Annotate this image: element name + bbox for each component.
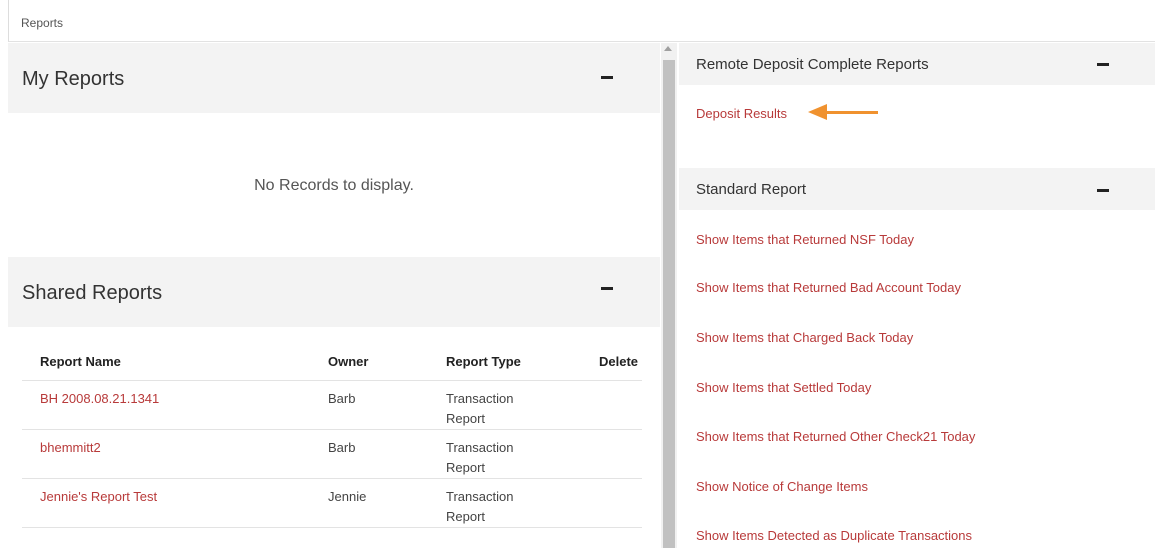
remote-deposit-header: Remote Deposit Complete Reports — [679, 43, 1155, 85]
report-owner: Jennie — [310, 478, 428, 528]
report-owner: Barb — [310, 429, 428, 479]
report-link-notice-of-change[interactable]: Show Notice of Change Items — [696, 479, 868, 494]
report-link-nsf[interactable]: Show Items that Returned NSF Today — [696, 232, 914, 247]
report-link-other-check21[interactable]: Show Items that Returned Other Check21 T… — [696, 429, 975, 444]
report-link-bad-account[interactable]: Show Items that Returned Bad Account Tod… — [696, 280, 961, 295]
my-reports-collapse-minus-icon[interactable] — [601, 76, 613, 79]
standard-report-header: Standard Report — [679, 168, 1155, 210]
standard-report-title: Standard Report — [696, 181, 807, 198]
remote-deposit-collapse-minus-icon[interactable] — [1097, 63, 1109, 66]
report-name-link[interactable]: BH 2008.08.21.1341 — [40, 391, 159, 406]
delete-cell[interactable] — [581, 380, 642, 430]
annotation-arrow-shaft — [826, 111, 878, 114]
remote-deposit-title: Remote Deposit Complete Reports — [696, 56, 929, 73]
scrollbar-thumb[interactable] — [663, 60, 675, 548]
breadcrumb[interactable]: Reports — [21, 16, 63, 30]
breadcrumb-bar: Reports — [8, 0, 1155, 42]
report-type: Transaction Report — [428, 478, 581, 528]
shared-reports-title: Shared Reports — [22, 282, 163, 304]
report-type: Transaction Report — [428, 429, 581, 479]
table-header-row: Report Name Owner Report Type Delete — [22, 343, 642, 381]
delete-cell[interactable] — [581, 429, 642, 479]
arrow-left-icon — [808, 104, 827, 120]
column-header-owner[interactable]: Owner — [310, 343, 428, 381]
report-link-settled[interactable]: Show Items that Settled Today — [696, 380, 871, 395]
scroll-up-arrow-icon[interactable] — [664, 46, 672, 51]
report-link-duplicate[interactable]: Show Items Detected as Duplicate Transac… — [696, 528, 972, 543]
report-name-link[interactable]: Jennie's Report Test — [40, 489, 157, 504]
shared-reports-header: Shared Reports — [8, 257, 660, 327]
table-row: BH 2008.08.21.1341 Barb Transaction Repo… — [22, 380, 642, 430]
report-link-charged-back[interactable]: Show Items that Charged Back Today — [696, 330, 913, 345]
column-header-report-name[interactable]: Report Name — [22, 343, 310, 381]
my-reports-empty-message: No Records to display. — [254, 177, 414, 194]
table-row: bhemmitt2 Barb Transaction Report — [22, 429, 642, 479]
report-owner: Barb — [310, 380, 428, 430]
column-header-report-type[interactable]: Report Type — [428, 343, 581, 381]
deposit-results-link[interactable]: Deposit Results — [696, 106, 787, 121]
report-type: Transaction Report — [428, 380, 581, 430]
my-reports-title: My Reports — [22, 68, 125, 90]
report-name-link[interactable]: bhemmitt2 — [40, 440, 101, 455]
column-header-delete: Delete — [581, 343, 642, 381]
delete-cell[interactable] — [581, 478, 642, 528]
shared-reports-collapse-minus-icon[interactable] — [601, 287, 613, 290]
standard-report-collapse-minus-icon[interactable] — [1097, 189, 1109, 192]
right-column: Remote Deposit Complete Reports Deposit … — [679, 43, 1155, 548]
my-reports-header: My Reports — [8, 43, 660, 113]
shared-reports-table: Report Name Owner Report Type Delete BH … — [22, 343, 642, 528]
table-row: Jennie's Report Test Jennie Transaction … — [22, 478, 642, 528]
